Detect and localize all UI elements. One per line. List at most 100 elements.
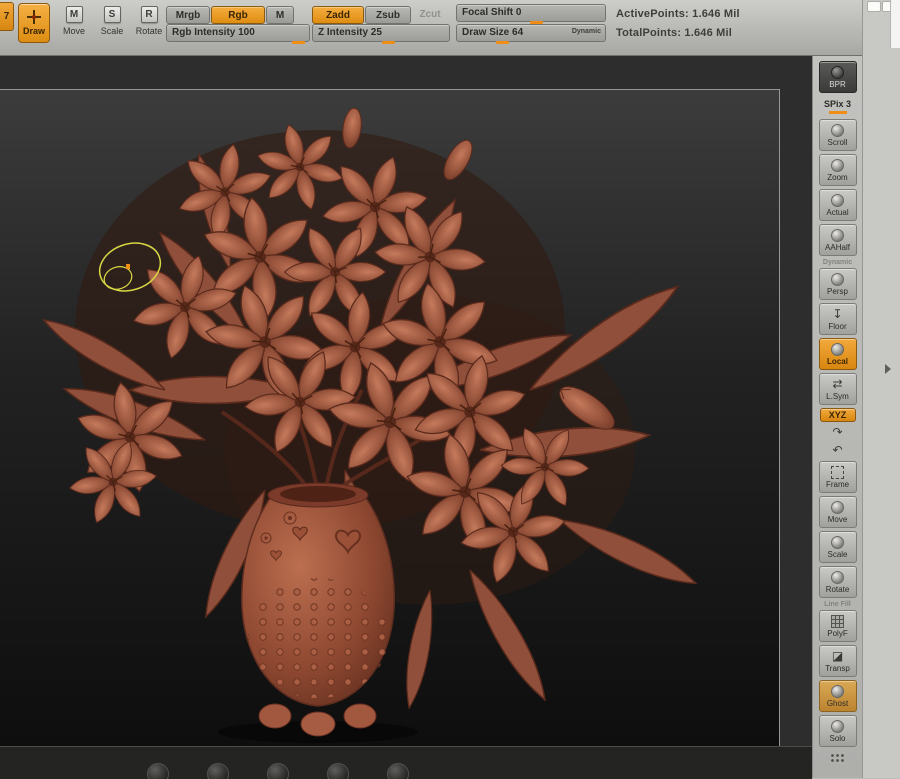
local-pivot-icon <box>831 342 844 356</box>
move-key-icon: M <box>65 6 83 23</box>
shelf-item-solo[interactable]: Solo <box>818 715 857 747</box>
brush-cursor <box>98 242 162 292</box>
shelf-item-label: SPix 3 <box>823 98 852 109</box>
sculpt-model-lily-vase[interactable] <box>0 90 779 746</box>
document-canvas[interactable] <box>0 56 812 746</box>
shelf-item-floor[interactable]: ↧ Floor <box>818 303 857 335</box>
shelf-item-xyz[interactable]: XYZ <box>819 408 856 422</box>
perspective-icon <box>831 272 844 286</box>
hand-scroll-icon <box>831 123 844 137</box>
render-sphere-icon <box>831 65 844 79</box>
active-points-stat: ActivePoints: 1.646 Mil <box>616 8 740 20</box>
draw-tool-button[interactable]: Draw <box>18 3 50 43</box>
draw-size-slider[interactable]: Draw Size 64 Dynamic <box>456 24 606 44</box>
tray-knob[interactable] <box>327 763 349 779</box>
shelf-item-zoom[interactable]: Zoom <box>818 154 857 186</box>
shelf-sub-label-persp: Dynamic <box>822 259 853 266</box>
shelf-item-spin-cw[interactable]: ↷ <box>819 425 857 440</box>
shelf-item-frame[interactable]: Frame <box>818 461 857 493</box>
mrgb-button[interactable]: Mrgb <box>166 6 210 24</box>
symmetry-arrows-icon: ⇄ <box>832 376 843 391</box>
move-tool-button[interactable]: M Move <box>56 6 92 36</box>
dots-icon <box>830 752 845 763</box>
shelf-item-spix[interactable]: SPix 3 <box>819 96 857 116</box>
scale-sphere-icon <box>831 535 844 549</box>
slider-label: Z Intensity 25 <box>318 27 382 38</box>
total-points-stat: TotalPoints: 1.646 Mil <box>616 27 733 39</box>
shelf-item-label: Scroll <box>827 137 848 147</box>
rgb-intensity-slider[interactable]: Rgb Intensity 100 <box>166 24 310 44</box>
crosshair-icon <box>27 10 41 24</box>
shelf-item-polyf[interactable]: PolyF <box>818 610 857 642</box>
shelf-item-label: Local <box>827 356 848 366</box>
right-shelf: BPR SPix 3 Scroll Zoom Actual AAHalf Dynamic Pe… <box>812 56 862 778</box>
slider-label: Rgb Intensity 100 <box>172 27 255 38</box>
rotate-tool-button[interactable]: R Rotate <box>131 6 167 36</box>
zadd-button[interactable]: Zadd <box>312 6 364 24</box>
rotate-key-icon: R <box>140 6 158 23</box>
shelf-item-ghost[interactable]: Ghost <box>818 680 857 712</box>
hand-move-icon <box>831 500 844 514</box>
focal-shift-slider[interactable]: Focal Shift 0 <box>456 4 606 24</box>
top-shelf-toolbar: 7 Draw M Move S Scale R Rotate Mrgb Rgb … <box>0 0 862 56</box>
tray-knob[interactable] <box>207 763 229 779</box>
shelf-item-label: Persp <box>827 286 848 296</box>
magnify-sphere-icon <box>831 158 844 172</box>
tool-label: Rotate <box>135 26 163 36</box>
tool-label: Move <box>62 26 85 36</box>
shelf-item-rotate[interactable]: Rotate <box>818 566 857 598</box>
slider-handle[interactable] <box>495 41 509 44</box>
shelf-item-aahalf[interactable]: AAHalf <box>818 224 857 256</box>
slider-handle[interactable] <box>292 41 306 44</box>
rotate-sphere-icon <box>831 570 844 584</box>
zcut-button: Zcut <box>419 8 441 20</box>
spin-clockwise-icon: ↷ <box>832 425 843 439</box>
dynamic-mode-label[interactable]: Dynamic <box>572 28 601 35</box>
slider-label: Draw Size 64 <box>462 27 524 38</box>
shelf-item-scale[interactable]: Scale <box>818 531 857 563</box>
shelf-item-bpr[interactable]: BPR <box>818 61 857 93</box>
m-button[interactable]: M <box>266 6 294 24</box>
shelf-item-label: L.Sym <box>826 391 849 401</box>
zsub-button[interactable]: Zsub <box>365 6 411 24</box>
shelf-item-label: BPR <box>829 79 846 89</box>
tray-knob[interactable] <box>267 763 289 779</box>
shelf-item-label: PolyF <box>827 628 848 638</box>
mini-slider-handle[interactable] <box>828 110 847 114</box>
shelf-item-persp[interactable]: Persp <box>818 268 857 300</box>
document-area[interactable] <box>0 89 780 746</box>
right-panel-edge <box>862 0 900 778</box>
shelf-item-label: Frame <box>825 479 850 489</box>
shelf-item-actual[interactable]: Actual <box>818 189 857 221</box>
shelf-sub-label-polyf: Line Fill <box>824 601 851 608</box>
tool-label: Scale <box>100 26 124 36</box>
ghost-sphere-icon <box>831 684 844 698</box>
shelf-item-scroll[interactable]: Scroll <box>818 119 857 151</box>
antialias-half-icon <box>831 228 844 242</box>
tray-knob[interactable] <box>387 763 409 779</box>
tray-divider-button[interactable] <box>867 1 881 12</box>
transparency-icon: ◪ <box>831 648 844 663</box>
scale-tool-button[interactable]: S Scale <box>94 6 130 36</box>
slider-label: Focal Shift 0 <box>462 7 522 18</box>
shelf-item-label: AAHalf <box>825 242 850 252</box>
shelf-item-spin-ccw[interactable]: ↶ <box>819 443 857 458</box>
shelf-item-label: Move <box>827 514 848 524</box>
tray-knob[interactable] <box>147 763 169 779</box>
shelf-item-lsym[interactable]: ⇄ L.Sym <box>818 373 857 405</box>
panel-expand-arrow-icon[interactable] <box>885 364 891 374</box>
corner-tool-button[interactable]: 7 <box>0 2 14 31</box>
shelf-item-transp[interactable]: ◪ Transp <box>818 645 857 677</box>
shelf-item-label: Solo <box>829 733 846 743</box>
rgb-button[interactable]: Rgb <box>211 6 265 24</box>
shelf-item-local[interactable]: Local <box>818 338 857 370</box>
spin-counterclockwise-icon: ↶ <box>832 443 843 457</box>
tool-label: Draw <box>22 26 45 36</box>
shelf-item-label: Rotate <box>825 584 850 594</box>
slider-handle[interactable] <box>382 41 396 44</box>
shelf-item-move[interactable]: Move <box>818 496 857 528</box>
shelf-item-label: Scale <box>827 549 848 559</box>
shelf-item-dock[interactable] <box>819 750 857 765</box>
z-intensity-slider[interactable]: Z Intensity 25 <box>312 24 450 44</box>
floor-elevation-icon: ↧ <box>832 306 843 321</box>
